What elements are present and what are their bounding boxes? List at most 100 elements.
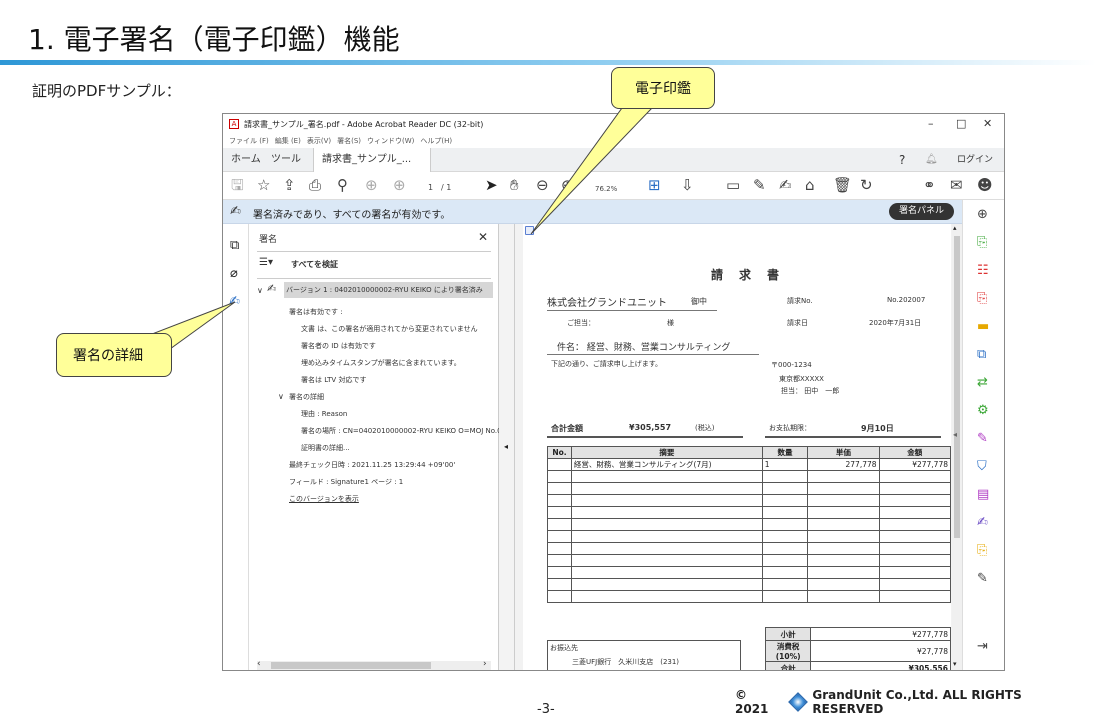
help-icon[interactable]: ? (899, 148, 905, 172)
scroll-thumb[interactable] (271, 662, 431, 669)
prev-page-icon[interactable]: ⊕ (365, 176, 378, 194)
link-icon[interactable]: ⚭ (923, 176, 936, 194)
title-bar: A 請求書_サンプル_署名.pdf - Adobe Acrobat Reader… (223, 114, 1004, 134)
menu-help[interactable]: ヘルプ(H) (420, 136, 452, 146)
create-pdf-icon[interactable]: ⎘ (977, 236, 987, 250)
menu-window[interactable]: ウィンドウ(W) (367, 136, 414, 146)
toolbar: 🖫︎ ☆ ⇪ ⎙ ⚲ ⊕ ⊕ 1 / 1 ➤ ✋︎ ⊖ ⊕ 76.2% ⊞ ⇩ … (223, 172, 1004, 200)
menu-sign[interactable]: 署名(S) (337, 136, 361, 146)
version-highlight[interactable]: バージョン 1 : 0402010000002-RYU KEIKO により署名済… (284, 282, 493, 298)
highlight-icon[interactable]: ✎ (753, 176, 766, 194)
vertical-scroll-thumb[interactable] (954, 236, 960, 538)
invoice-no: No.202007 (887, 296, 926, 304)
details-expand-icon[interactable]: ∨ (278, 392, 284, 401)
login-link[interactable]: ログイン (957, 148, 993, 172)
stamp-icon[interactable]: ⌂ (805, 176, 815, 194)
signature-panel-button[interactable]: 署名パネル (888, 203, 954, 220)
organize-icon[interactable]: ☷ (977, 264, 989, 278)
next-page-icon[interactable]: ⊕ (393, 176, 406, 194)
menu-view[interactable]: 表示(V) (307, 136, 331, 146)
export-pdf-icon[interactable]: ⎘ (977, 292, 987, 306)
signature-panel-icon[interactable]: ✍︎ (229, 294, 240, 309)
vertical-scrollbar[interactable]: ▴ ▾ (952, 224, 962, 670)
scroll-down-icon[interactable]: ▾ (953, 660, 957, 668)
rail-collapse-icon[interactable]: ◂ (953, 430, 957, 439)
table-row (547, 542, 951, 555)
send-icon[interactable]: ⎘ (977, 544, 987, 558)
protect-icon[interactable]: ⛉ (977, 460, 987, 474)
column-qty: 数量 (761, 446, 809, 459)
upload-icon[interactable]: ⇪ (283, 176, 296, 194)
scroll-icon[interactable]: ⇩ (681, 176, 694, 194)
show-version-link[interactable]: このバージョンを表示 (289, 494, 359, 504)
pen-check-icon: ✍︎ (230, 204, 241, 219)
certificate-link[interactable]: 証明書の詳細... (301, 443, 350, 453)
delete-icon[interactable]: 🗑︎ (833, 176, 852, 194)
close-panel-button[interactable]: ✕ (478, 230, 488, 244)
form-icon[interactable]: ▤ (977, 488, 989, 502)
account-icon[interactable]: ☻ (977, 176, 993, 194)
menu-file[interactable]: ファイル (F) (229, 136, 269, 146)
comment-tool-icon[interactable]: ▬ (977, 320, 989, 334)
zoom-out-icon[interactable]: ⊖ (536, 176, 549, 194)
rotate-icon[interactable]: ↻ (860, 176, 873, 194)
horizontal-scrollbar[interactable]: ‹ › (257, 659, 491, 670)
paperclip-icon[interactable]: ⌀ (230, 266, 238, 281)
tab-tools[interactable]: ツール (271, 148, 301, 172)
hand-icon[interactable]: ✋︎ (510, 176, 519, 194)
page-current[interactable]: 1 (428, 179, 433, 197)
save-icon[interactable]: 🖫︎ (231, 176, 244, 194)
table-row: 経営、財務、営業コンサルティング(7月) 1 277,778 ¥277,778 (547, 458, 951, 471)
minimize-button[interactable]: – (928, 117, 934, 130)
item-price: 277,778 (807, 458, 880, 471)
close-window-button[interactable]: ✕ (983, 117, 992, 130)
certificate-tool-icon[interactable]: ✍︎ (977, 516, 988, 530)
panel-collapse-strip[interactable]: ◂ (499, 224, 515, 670)
verify-all-button[interactable]: すべてを検証 (291, 259, 338, 270)
mail-icon[interactable]: ✉ (950, 176, 963, 194)
zoom-icon[interactable]: ⚲ (337, 176, 348, 194)
fit-page-icon[interactable]: ⊞ (648, 176, 661, 194)
scroll-left-icon[interactable]: ‹ (257, 659, 261, 669)
table-row (547, 554, 951, 567)
print-icon[interactable]: ⎙ (309, 176, 321, 194)
menu-edit[interactable]: 編集 (E) (275, 136, 301, 146)
fill-sign-icon[interactable]: ✎ (977, 432, 988, 446)
reason-text: 理由 : Reason (301, 410, 348, 418)
comment-icon[interactable]: ▭ (726, 176, 740, 194)
signature-status-text: 署名済みであり、すべての署名が有効です。 (253, 210, 451, 221)
zoom-level[interactable]: 76.2% (595, 180, 617, 198)
compare-icon[interactable]: ⇄ (977, 376, 988, 390)
collapse-icon[interactable]: ◂ (504, 442, 508, 451)
tab-bar: ホーム ツール 請求書_サンプル_... × ? 🔔︎ ログイン (223, 148, 1004, 189)
pages-icon[interactable]: ⧉ (230, 238, 239, 253)
zoom-in-icon[interactable]: ⊕ (561, 176, 574, 194)
tools-icon[interactable]: ✎ (977, 572, 988, 586)
optimize-icon[interactable]: ⚙ (977, 404, 989, 418)
sign-icon[interactable]: ✍︎ (779, 176, 792, 194)
star-icon[interactable]: ☆ (257, 176, 270, 194)
signature-details-text[interactable]: 署名の詳細 (289, 392, 324, 402)
tax-included: (税込) (695, 424, 715, 432)
title-rule (0, 60, 1096, 65)
signature-panel-title: 署名 (259, 235, 278, 245)
pdf-logo-icon: A (229, 119, 239, 129)
pointer-icon[interactable]: ➤ (485, 176, 498, 194)
scroll-up-icon[interactable]: ▴ (953, 224, 957, 232)
field-text: フィールド : Signature1 ページ : 1 (289, 478, 404, 486)
tab-document[interactable]: 請求書_サンプル_... × (313, 148, 431, 189)
expand-panel-icon[interactable]: ⇥ (977, 640, 988, 654)
maximize-button[interactable]: □ (956, 117, 966, 130)
signature-field-icon[interactable] (525, 226, 534, 235)
bell-icon[interactable]: 🔔︎ (925, 148, 938, 172)
table-row (547, 470, 951, 483)
table-header-row: No. 摘要 数量 単価 金額 (547, 446, 951, 459)
scroll-right-icon[interactable]: › (483, 659, 487, 669)
options-icon[interactable]: ☰▾ (259, 257, 273, 268)
combine-icon[interactable]: ⧉ (977, 348, 986, 362)
zoom-tool-icon[interactable]: ⊕ (977, 208, 988, 222)
expand-icon[interactable]: ∨ (257, 286, 263, 295)
table-row (547, 506, 951, 519)
panel-divider (257, 251, 491, 252)
tab-home[interactable]: ホーム (231, 148, 261, 172)
